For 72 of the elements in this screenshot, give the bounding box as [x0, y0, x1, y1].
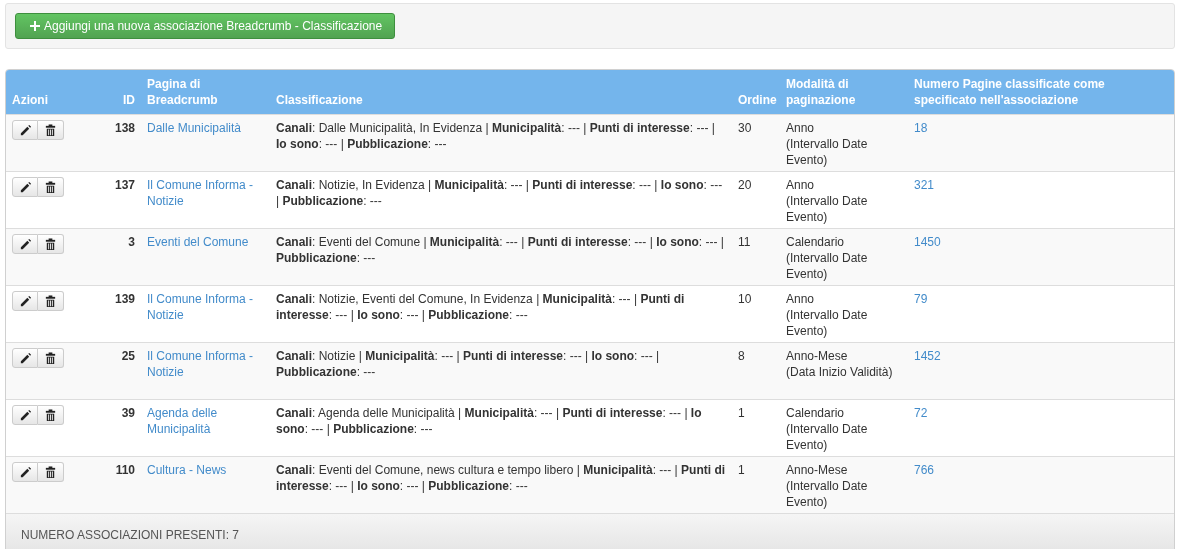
column-header: Pagina di Breadcrumb [147, 76, 219, 108]
page-count-link[interactable]: 79 [914, 291, 1170, 307]
pencil-icon [18, 351, 32, 365]
pagination-cell-text: Anno (Intervallo Date Evento) [786, 120, 869, 168]
order-cell: 30 [738, 120, 752, 136]
order-cell: 11 [738, 234, 751, 250]
order-cell: 20 [738, 177, 752, 193]
delete-button[interactable] [38, 405, 64, 425]
edit-button[interactable] [12, 348, 38, 368]
trash-icon [44, 237, 57, 251]
order-cell: 10 [738, 291, 752, 307]
edit-button[interactable] [12, 462, 38, 482]
column-header: ID [123, 92, 135, 108]
delete-button[interactable] [38, 177, 64, 197]
classification-cell: Canali: Eventi del Comune, news cultura e tempo libero | Municipalità: --- | Punti di interesse: --- | Io sono: --- | Pubblicazione: --- [276, 462, 726, 494]
pencil-icon [18, 180, 32, 194]
trash-icon [44, 351, 57, 365]
pencil-icon [18, 294, 32, 308]
delete-button[interactable] [38, 462, 64, 482]
id-cell: 137 [114, 177, 135, 193]
classification-cell-text: Canali: Eventi del Comune | Municipalità: --- | Punti di interesse: --- | Io sono: --- | Pubblicazione: --- [276, 234, 725, 266]
pencil-icon [18, 465, 32, 479]
delete-button[interactable] [38, 234, 64, 254]
id-cell: 25 [121, 348, 135, 364]
delete-button[interactable] [38, 348, 64, 368]
plus-icon [30, 21, 40, 31]
trash-icon [44, 294, 57, 308]
pagination-cell-text: Calendario (Intervallo Date Evento) [786, 234, 869, 282]
edit-button[interactable] [12, 405, 38, 425]
trash-icon [44, 180, 57, 194]
column-header: Ordine [738, 92, 777, 108]
id-cell: 3 [128, 234, 135, 250]
edit-button[interactable] [12, 234, 38, 254]
breadcrumb-page-link[interactable]: Il Comune Informa - Notizie [147, 177, 264, 209]
pagination-cell-text: Anno (Intervallo Date Evento) [786, 291, 869, 339]
pagination-cell-text: Anno (Intervallo Date Evento) [786, 177, 869, 225]
trash-icon [44, 123, 57, 137]
order-cell: 8 [738, 348, 745, 364]
pagination-cell-text: Calendario (Intervallo Date Evento) [786, 405, 869, 453]
column-header: Numero Pagine classificate come specificato nell'associazione [914, 76, 1106, 108]
pencil-icon [18, 123, 32, 137]
breadcrumb-page-link[interactable]: Il Comune Informa - Notizie [147, 291, 264, 323]
id-cell: 39 [121, 405, 135, 421]
footer-count: NUMERO ASSOCIAZIONI PRESENTI: 7 [21, 528, 240, 542]
page-count-link[interactable]: 321 [914, 177, 1170, 193]
classification-cell-text: Canali: Notizie, Eventi del Comune, In Evidenza | Municipalità: --- | Punti di interesse: --- | Io sono: --- | Pubblicazione: --- [276, 291, 686, 323]
edit-button[interactable] [12, 291, 38, 311]
id-cell: 110 [115, 462, 135, 478]
page-count-link[interactable]: 72 [914, 405, 1170, 421]
column-header: Modalità di paginazione [786, 76, 857, 108]
id-cell: 139 [114, 291, 135, 307]
pagination-cell-text: Anno-Mese (Intervallo Date Evento) [786, 462, 869, 510]
breadcrumb-page-link[interactable]: Agenda delle Municipalità [147, 405, 264, 437]
order-cell: 1 [738, 462, 745, 478]
column-header: Azioni [12, 92, 48, 108]
edit-button[interactable] [12, 120, 38, 140]
pencil-icon [18, 408, 32, 422]
trash-icon [44, 408, 57, 422]
delete-button[interactable] [38, 120, 64, 140]
add-association-button[interactable]: Aggiungi una nuova associazione Breadcrumb - Classificazione [15, 13, 396, 39]
trash-icon [44, 465, 57, 479]
classification-cell-text: Canali: Dalle Municipalità, In Evidenza | Municipalità: --- | Punti di interesse: --- | Io sono: --- | Pubblicazione: --- [276, 120, 716, 152]
pagination-cell: Anno-Mese (Data Inizio Validità) [786, 348, 893, 380]
order-cell: 1 [738, 405, 745, 421]
id-cell: 138 [114, 120, 135, 136]
edit-button[interactable] [12, 177, 38, 197]
classification-cell-text: Canali: Notizie, In Evidenza | Municipalità: --- | Punti di interesse: --- | Io sono: --- | Pubblicazione: --- [276, 177, 724, 209]
pencil-icon [18, 237, 32, 251]
classification-cell-text: Canali: Notizie | Municipalità: --- | Punti di interesse: --- | Io sono: --- | Pubblicazione: --- [276, 348, 661, 380]
classification-cell-text: Canali: Agenda delle Municipalità | Municipalità: --- | Punti di interesse: --- | Io sono: --- | Pubblicazione: --- [276, 405, 703, 437]
delete-button[interactable] [38, 291, 64, 311]
column-header: Classificazione [276, 92, 363, 108]
